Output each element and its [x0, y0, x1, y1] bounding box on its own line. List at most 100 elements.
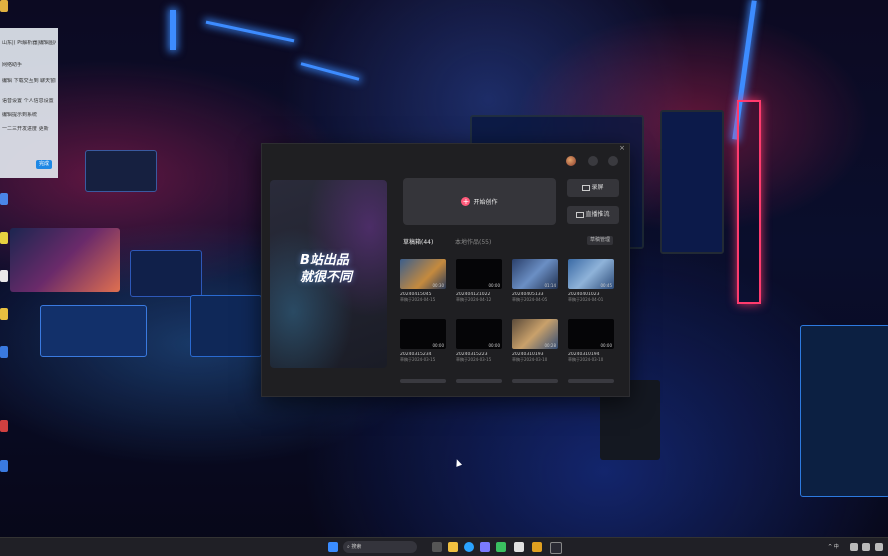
widget-row[interactable]: 编辑提示到系统: [2, 112, 56, 118]
wallpaper-screen: [40, 305, 147, 357]
menu-icon[interactable]: [608, 156, 618, 166]
draft-duration: 00:00: [488, 283, 500, 288]
draft-thumbnail-partial[interactable]: [400, 379, 446, 383]
app-icon-3[interactable]: [550, 542, 562, 554]
draft-caption: 20240401023 草稿于2024-04-01: [568, 292, 620, 302]
draft-thumbnail[interactable]: 00:00: [400, 319, 446, 349]
draft-duration: 00:30: [432, 283, 444, 288]
taskbar: ⌕ 搜索 ^ 中: [0, 537, 888, 556]
wallpaper-screen: [85, 150, 157, 192]
neon-strip: [300, 62, 360, 81]
battery-icon[interactable]: [875, 543, 883, 551]
wallpaper-screen: [800, 325, 888, 497]
draft-meta: 草稿于2024-03-10: [568, 357, 604, 362]
draft-thumbnail[interactable]: 00:00: [568, 319, 614, 349]
draft-meta: 草稿于2024-03-15: [456, 357, 492, 362]
draft-duration: 01:14: [544, 283, 556, 288]
task-view-icon[interactable]: [432, 542, 442, 552]
draft-caption: 20240315223 草稿于2024-03-15: [456, 352, 508, 362]
desktop-shortcut-icon[interactable]: [0, 460, 8, 472]
draft-thumbnail-partial[interactable]: [568, 379, 614, 383]
record-button[interactable]: 录屏: [567, 179, 619, 197]
draft-caption: 20240405133 草稿于2024-04-05: [512, 292, 564, 302]
draft-duration: 00:28: [544, 343, 556, 348]
banner-slogan: B站出品 就很不同: [300, 252, 380, 286]
draft-caption: 20240315234 草稿于2024-03-15: [400, 352, 452, 362]
plus-icon: +: [461, 197, 471, 206]
app-window: × B站出品 就很不同 + 开始创作 录屏 直播推流 草稿箱(44) 本地作品(…: [261, 143, 630, 397]
camera-icon: [582, 184, 591, 191]
draft-thumbnail-partial[interactable]: [456, 379, 502, 383]
draft-duration: 00:00: [600, 343, 612, 348]
promo-banner: B站出品 就很不同: [270, 180, 387, 368]
widget-confirm-button[interactable]: 完成: [36, 160, 52, 169]
edge-icon[interactable]: [464, 542, 474, 552]
draft-thumbnail[interactable]: 00:00: [456, 259, 502, 289]
draft-meta: 草稿于2024-04-05: [512, 297, 548, 302]
draft-duration: 00:45: [600, 283, 612, 288]
widget-row[interactable]: 编辑 下载交互到 聊天窗口: [2, 78, 56, 84]
draft-meta: 草稿于2024-04-15: [400, 297, 436, 302]
wallpaper-neon-sign: [737, 100, 761, 304]
settings-icon[interactable]: [588, 156, 598, 166]
app-icon-1[interactable]: [514, 542, 524, 552]
neon-strip: [205, 20, 295, 43]
file-explorer-icon[interactable]: [448, 542, 458, 552]
draft-caption: 20240310193 草稿于2024-03-10: [512, 352, 564, 362]
wallpaper-screen: [10, 228, 120, 292]
start-creating-label: 开始创作: [473, 199, 498, 206]
floating-widget: 山东|( Pt解析器|编辑图片 第1步 网络助手 编辑 下载交互到 聊天窗口 语…: [0, 28, 58, 178]
network-icon[interactable]: [850, 543, 858, 551]
volume-icon[interactable]: [862, 543, 870, 551]
draft-caption: 20240412102​2 草稿于2024-04-12: [456, 292, 508, 302]
desktop-shortcut-icon[interactable]: [0, 193, 8, 205]
neon-strip: [170, 10, 176, 50]
search-placeholder: 搜索: [351, 544, 362, 550]
live-stream-label: 直播推流: [585, 211, 610, 218]
draft-thumbnail-partial[interactable]: [512, 379, 558, 383]
live-stream-button[interactable]: 直播推流: [567, 206, 619, 224]
mouse-cursor-icon: [453, 458, 463, 467]
draft-meta: 草稿于2024-03-15: [400, 357, 436, 362]
draft-meta: 草稿于2024-04-01: [568, 297, 604, 302]
draft-thumbnail[interactable]: 01:14: [512, 259, 558, 289]
close-icon[interactable]: ×: [619, 144, 625, 152]
tab-local-works[interactable]: 本地作品(55): [455, 237, 491, 246]
start-creating-button[interactable]: + 开始创作: [403, 178, 556, 225]
search-input[interactable]: ⌕ 搜索: [343, 541, 417, 553]
manage-drafts-button[interactable]: 草稿管理: [587, 236, 613, 245]
avatar[interactable]: [566, 156, 576, 166]
draft-caption: 20240415045 草稿于2024-04-15: [400, 292, 452, 302]
draft-meta: 草稿于2024-03-10: [512, 357, 548, 362]
desktop-shortcut-icon[interactable]: [0, 308, 8, 320]
draft-duration: 00:00: [432, 343, 444, 348]
banner-line-2: 就很不同: [300, 270, 353, 285]
desktop-shortcut-icon[interactable]: [0, 0, 8, 12]
tab-drafts[interactable]: 草稿箱(44): [403, 237, 433, 246]
store-icon[interactable]: [480, 542, 490, 552]
wallpaper-screen: [190, 295, 262, 357]
app-icon-2[interactable]: [532, 542, 542, 552]
widget-row[interactable]: 语音设置 个人信息设置: [2, 98, 56, 104]
draft-caption: 20240310194 草稿于2024-03-10: [568, 352, 620, 362]
desktop-shortcut-icon[interactable]: [0, 346, 8, 358]
banner-line-1: B站出品: [300, 253, 349, 268]
draft-thumbnail[interactable]: 00:30: [400, 259, 446, 289]
widget-row[interactable]: 网络助手: [2, 62, 56, 68]
widget-row[interactable]: 一二三开发进度 更新: [2, 126, 56, 132]
draft-thumbnail[interactable]: 00:28: [512, 319, 558, 349]
wechat-icon[interactable]: [496, 542, 506, 552]
system-tray[interactable]: ^ 中: [828, 543, 839, 550]
desktop-shortcut-icon[interactable]: [0, 232, 8, 244]
wallpaper-screen: [130, 250, 202, 297]
desktop-shortcut-icon[interactable]: [0, 420, 8, 432]
desktop-shortcut-icon[interactable]: [0, 270, 8, 282]
windows-icon[interactable]: [328, 542, 338, 552]
record-label: 录屏: [591, 184, 604, 191]
wallpaper-window: [660, 110, 724, 254]
draft-thumbnail[interactable]: 00:00: [456, 319, 502, 349]
widget-row[interactable]: 山东|( Pt解析器|编辑图片 第1步: [2, 40, 56, 46]
draft-duration: 00:00: [488, 343, 500, 348]
draft-meta: 草稿于2024-04-12: [456, 297, 492, 302]
draft-thumbnail[interactable]: 00:45: [568, 259, 614, 289]
